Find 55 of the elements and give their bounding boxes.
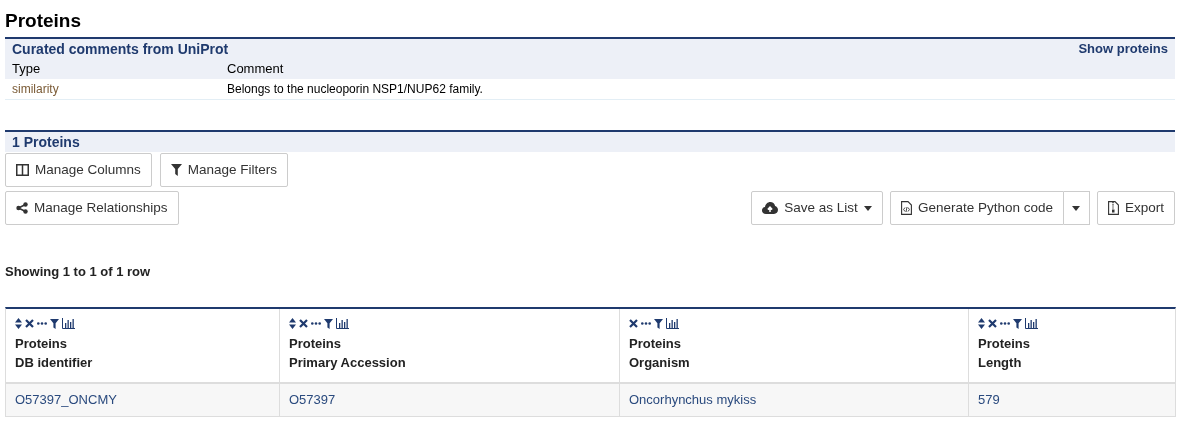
more-icon[interactable] (1000, 322, 1010, 325)
archive-file-icon (1107, 201, 1119, 215)
more-icon[interactable] (37, 322, 47, 325)
table-cell-link[interactable]: Oncorhynchus mykiss (629, 389, 757, 410)
row-count-text: Showing 1 to 1 of 1 row (5, 263, 152, 281)
close-icon[interactable] (988, 319, 997, 328)
table-cell-link[interactable]: O57397_ONCMY (15, 389, 117, 410)
filter-icon[interactable] (50, 318, 59, 329)
section-heading: 1 Proteins (12, 132, 80, 152)
page-title: Proteins (5, 9, 83, 33)
cloud-action-button[interactable]: Save as List (751, 191, 883, 225)
bar-chart-icon[interactable] (62, 318, 75, 329)
header-text: Proteins (629, 334, 682, 353)
header-text: DB identifier (15, 353, 94, 372)
caret-icon (863, 205, 872, 211)
code-file-icon (900, 201, 912, 215)
more-icon[interactable] (311, 322, 321, 325)
column-header: Comment (227, 60, 284, 79)
bar-chart-icon[interactable] (336, 318, 349, 329)
filter-icon[interactable] (1013, 318, 1022, 329)
bar-chart-icon[interactable] (666, 318, 679, 329)
sort-icon[interactable] (978, 318, 985, 329)
table-cell-link[interactable]: 579 (978, 389, 1000, 410)
table-cell-text: Belongs to the nucleoporin NSP1/NUP62 family. (227, 81, 483, 98)
cloud-upload-icon (762, 202, 779, 214)
close-icon[interactable] (299, 319, 308, 328)
filter-icon (170, 164, 182, 176)
more-icon[interactable] (641, 322, 651, 325)
filter-icon[interactable] (654, 318, 663, 329)
table-cell[interactable]: similarity (12, 80, 227, 98)
header-text: Organism (629, 353, 691, 372)
generate-code-button[interactable]: Generate Python code (889, 191, 1064, 225)
header-text: Proteins (978, 334, 1031, 353)
caret-icon (1072, 205, 1081, 211)
header-text: Primary Accession (289, 353, 407, 372)
columns-icon (16, 164, 29, 176)
share-action-button[interactable]: Manage Relationships (5, 191, 179, 225)
sort-icon[interactable] (289, 318, 296, 329)
filter-icon[interactable] (324, 318, 333, 329)
header-text: Proteins (289, 334, 342, 353)
sort-icon[interactable] (15, 318, 22, 329)
column-header: Type (12, 60, 42, 79)
show-proteins-link[interactable]: Show proteins (1078, 39, 1168, 59)
close-icon[interactable] (629, 319, 638, 328)
export-action-button[interactable]: Export (1096, 191, 1175, 225)
filter-action-button[interactable]: Manage Filters (159, 153, 289, 187)
header-text: Length (978, 353, 1023, 372)
close-icon[interactable] (25, 319, 34, 328)
dropdown-toggle-button[interactable] (1063, 191, 1090, 225)
share-icon (16, 202, 28, 214)
columns-action-button[interactable]: Manage Columns (5, 153, 152, 187)
table-cell-link[interactable]: O57397 (289, 389, 336, 410)
bar-chart-icon[interactable] (1025, 318, 1038, 329)
header-text: Proteins (15, 334, 68, 353)
section-heading: Curated comments from UniProt (12, 39, 229, 59)
